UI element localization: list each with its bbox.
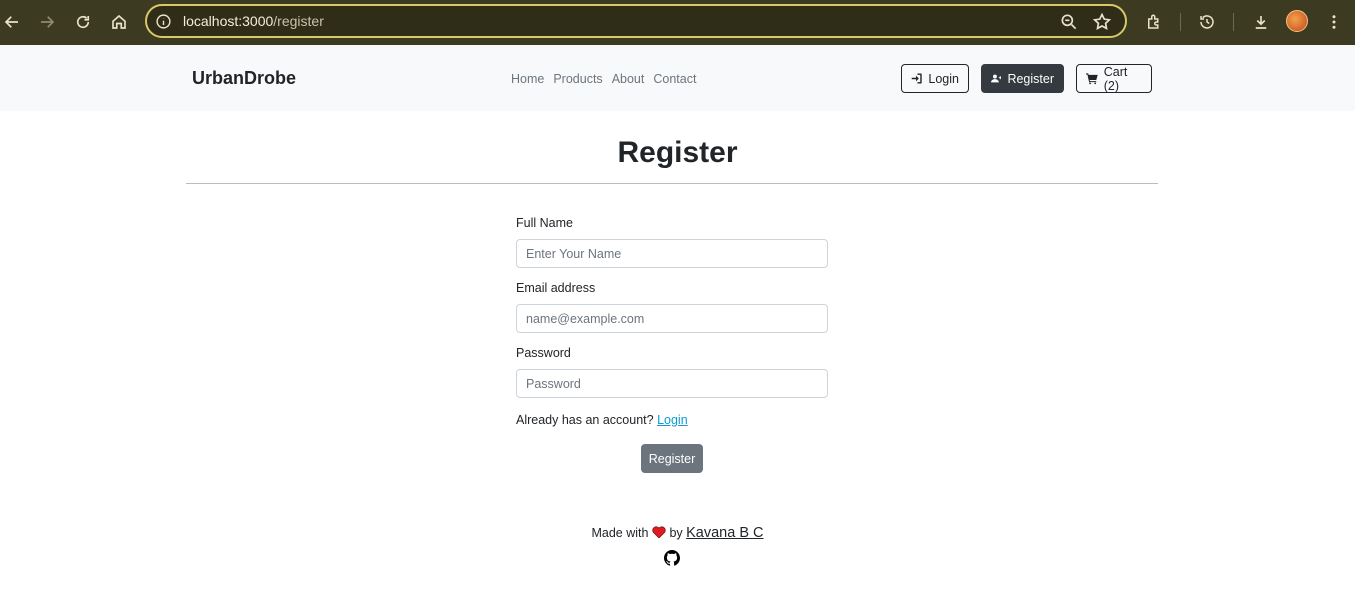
footer-made-with: Made with	[591, 526, 649, 540]
nav-link-products[interactable]: Products	[553, 72, 602, 86]
nav-link-contact[interactable]: Contact	[653, 72, 696, 86]
register-nav-button-label: Register	[1007, 71, 1054, 86]
footer: Made with by Kavana B C	[0, 525, 1355, 541]
author-link[interactable]: Kavana B C	[686, 525, 763, 541]
name-field-group: Full Name	[516, 216, 828, 281]
forward-icon[interactable]	[36, 11, 58, 33]
login-button-label: Login	[928, 71, 959, 86]
profile-avatar[interactable]	[1286, 10, 1308, 32]
register-form: Full Name Email address Password Already…	[516, 216, 828, 473]
url-path: /register	[273, 13, 324, 29]
brand-logo[interactable]: UrbanDrobe	[192, 68, 296, 89]
login-link[interactable]: Login	[657, 413, 688, 427]
cart-icon	[1086, 73, 1098, 85]
already-account-text: Already has an account? Login	[516, 413, 828, 427]
cart-button-label: Cart (2)	[1103, 64, 1128, 93]
url-host: localhost:3000	[183, 13, 274, 29]
toolbar-divider	[1180, 13, 1181, 31]
title-divider	[186, 183, 1158, 184]
sign-in-icon	[911, 73, 922, 84]
menu-kebab-icon[interactable]	[1323, 11, 1345, 33]
page-title: Register	[617, 136, 738, 169]
email-label: Email address	[516, 281, 596, 295]
footer-by: by	[669, 526, 683, 540]
password-field-group: Password	[516, 346, 828, 411]
password-input[interactable]	[516, 369, 828, 398]
nav-link-about[interactable]: About	[612, 72, 645, 86]
reload-icon[interactable]	[72, 11, 94, 33]
submit-wrap: Register	[516, 444, 828, 473]
zoom-icon[interactable]	[1059, 12, 1079, 32]
user-plus-icon	[991, 74, 1002, 83]
github-icon[interactable]	[664, 550, 680, 566]
browser-toolbar: localhost:3000/register	[0, 0, 1355, 45]
full-name-input[interactable]	[516, 239, 828, 268]
cart-button[interactable]: Cart (2)	[1076, 64, 1152, 93]
url-text[interactable]: localhost:3000/register	[183, 13, 324, 29]
toolbar-divider	[1233, 13, 1234, 31]
nav-link-home[interactable]: Home	[511, 72, 544, 86]
download-icon[interactable]	[1250, 11, 1272, 33]
already-account-label: Already has an account?	[516, 413, 654, 427]
extensions-icon[interactable]	[1143, 11, 1165, 33]
bookmark-star-icon[interactable]	[1092, 12, 1112, 32]
login-button[interactable]: Login	[901, 64, 969, 93]
home-icon[interactable]	[108, 11, 130, 33]
back-icon[interactable]	[1, 11, 23, 33]
email-input[interactable]	[516, 304, 828, 333]
history-icon[interactable]	[1196, 11, 1218, 33]
register-submit-button[interactable]: Register	[641, 444, 703, 473]
full-name-label: Full Name	[516, 216, 573, 230]
nav-links: Home Products About Contact	[511, 72, 705, 86]
site-info-icon[interactable]	[155, 13, 172, 30]
heart-icon	[652, 526, 666, 538]
register-nav-button[interactable]: Register	[981, 64, 1064, 93]
site-navbar: UrbanDrobe Home Products About Contact L…	[0, 45, 1355, 111]
email-field-group: Email address	[516, 281, 828, 346]
address-bar[interactable]: localhost:3000/register	[145, 4, 1127, 38]
password-label: Password	[516, 346, 571, 360]
